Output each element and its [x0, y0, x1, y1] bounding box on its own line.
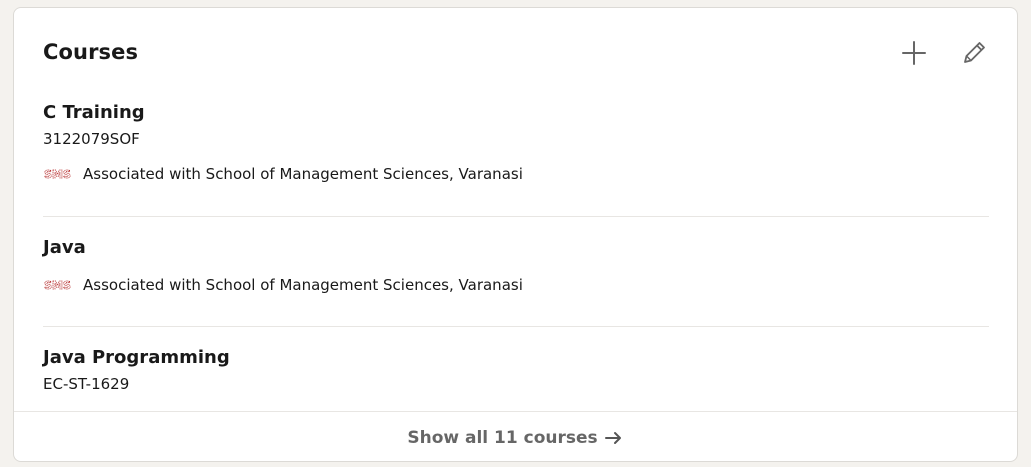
course-association: SMS Associated with School of Management…: [43, 275, 989, 295]
course-item: Java Programming EC-ST-1629: [43, 347, 989, 394]
course-association: SMS Associated with School of Management…: [43, 164, 989, 184]
course-item: C Training 3122079SOF SMS Associated wit…: [43, 102, 989, 184]
plus-icon: [902, 41, 926, 65]
arrow-right-icon: [604, 430, 624, 446]
show-all-label: Show all 11 courses: [407, 428, 598, 448]
svg-text:SMS: SMS: [44, 279, 71, 292]
pencil-icon: [964, 42, 985, 63]
course-number: EC-ST-1629: [43, 375, 130, 393]
divider: [43, 326, 989, 327]
add-course-button[interactable]: [894, 33, 934, 73]
course-item: Java SMS Associated with School of Manag…: [43, 237, 989, 295]
school-logo: SMS: [43, 167, 72, 181]
course-title: Java Programming: [43, 347, 230, 368]
edit-courses-button[interactable]: [954, 33, 994, 73]
svg-text:SMS: SMS: [44, 168, 71, 181]
association-text: Associated with School of Management Sci…: [83, 165, 523, 183]
course-number: 3122079SOF: [43, 130, 140, 148]
divider: [43, 216, 989, 217]
course-title: Java: [43, 237, 86, 258]
section-title: Courses: [43, 40, 139, 64]
school-logo: SMS: [43, 278, 72, 292]
course-title: C Training: [43, 102, 145, 123]
courses-card: Courses C Training 3122079SOF SMS Associ…: [13, 7, 1018, 462]
show-all-courses-button[interactable]: Show all 11 courses: [14, 411, 1017, 461]
association-text: Associated with School of Management Sci…: [83, 276, 523, 294]
